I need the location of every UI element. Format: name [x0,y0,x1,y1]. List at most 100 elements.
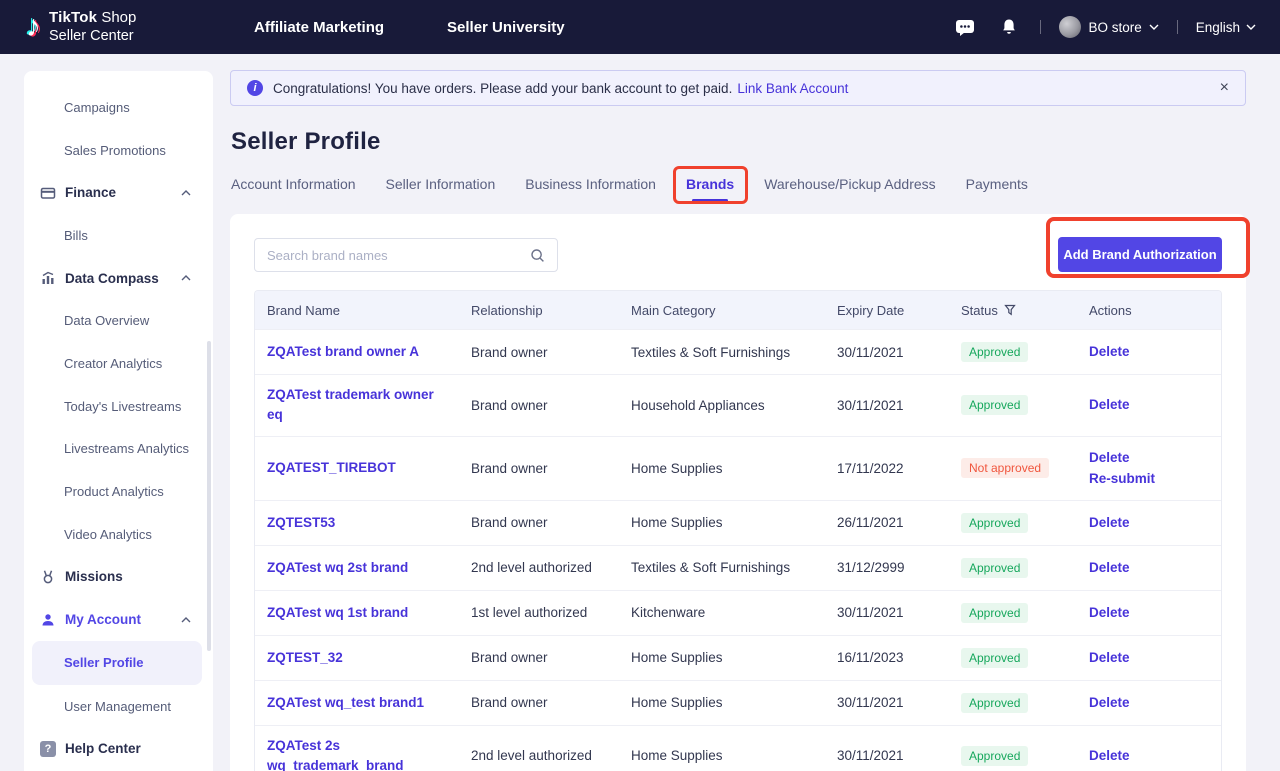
tiktok-note-icon: ♪ [26,12,41,42]
tab-label: Brands [686,176,734,192]
sidebar-item-label: Missions [65,569,123,584]
tab-account-information[interactable]: Account Information [231,176,356,204]
sidebar-item-label: Livestreams Analytics [64,441,189,456]
chevron-up-icon [181,275,191,281]
expiry-cell: 16/11/2023 [825,640,949,675]
search-icon[interactable] [530,248,545,263]
brand-link[interactable]: ZQATest brand owner A [267,342,419,362]
sidebar-item-label: Sales Promotions [64,143,166,158]
delete-link[interactable]: Delete [1089,394,1130,416]
sidebar-item-product-analytics[interactable]: Product Analytics [24,470,213,513]
expiry-cell: 30/11/2021 [825,388,949,423]
category-cell: Home Supplies [619,738,825,771]
language-selector[interactable]: English [1196,20,1256,35]
delete-link[interactable]: Delete [1089,602,1130,624]
category-cell: Home Supplies [619,685,825,720]
sidebar-item-label: My Account [65,612,141,627]
tab-brands[interactable]: Brands [686,176,734,204]
tab-business-information[interactable]: Business Information [525,176,656,204]
sidebar-item-help-center[interactable]: ? Help Center [24,728,213,771]
brands-panel: Add Brand Authorization Brand Name Relat… [230,214,1246,771]
brand-link[interactable]: ZQATest wq_test brand1 [267,693,424,713]
delete-link[interactable]: Delete [1089,512,1130,534]
sidebar-item-bills[interactable]: Bills [24,214,213,257]
sidebar-item-livestreams-analytics[interactable]: Livestreams Analytics [24,428,213,471]
tab-label: Seller Information [386,176,496,192]
seller-center-screen: ♪ TikTok Shop Seller Center Affiliate Ma… [0,0,1280,771]
relationship-cell: Brand owner [459,505,619,540]
delete-link[interactable]: Delete [1089,341,1130,363]
delete-link[interactable]: Delete [1089,692,1130,714]
tiktok-shop-logo[interactable]: ♪ TikTok Shop Seller Center [26,0,136,54]
tab-label: Payments [966,176,1028,192]
sidebar-item-user-management[interactable]: User Management [24,685,213,728]
relationship-cell: Brand owner [459,335,619,370]
sidebar-item-campaigns[interactable]: Campaigns [24,86,213,129]
column-relationship: Relationship [459,303,619,318]
delete-link[interactable]: Delete [1089,557,1130,579]
link-bank-account-link[interactable]: Link Bank Account [737,81,848,96]
store-selector[interactable]: BO store [1059,16,1158,38]
header-divider [1177,20,1178,34]
tab-label: Account Information [231,176,356,192]
category-cell: Household Appliances [619,388,825,423]
brand-link[interactable]: ZQATEST_TIREBOT [267,458,396,478]
credit-card-icon [40,185,56,201]
sidebar-item-label: Data Overview [64,313,149,328]
sidebar-item-seller-profile[interactable]: Seller Profile [32,641,202,685]
close-icon[interactable]: × [1220,80,1229,96]
category-cell: Home Supplies [619,505,825,540]
category-cell: Textiles & Soft Furnishings [619,550,825,585]
column-expiry-date: Expiry Date [825,303,949,318]
bar-chart-icon [40,270,56,286]
sidebar-item-label: Campaigns [64,100,130,115]
search-input[interactable] [267,248,530,263]
resubmit-link[interactable]: Re-submit [1089,468,1155,490]
status-badge: Approved [961,342,1028,362]
sidebar-item-video-analytics[interactable]: Video Analytics [24,513,213,556]
add-brand-authorization-wrap: Add Brand Authorization [1058,237,1222,272]
sidebar-item-my-account[interactable]: My Account [24,598,213,641]
table-row: ZQTEST53 Brand owner Home Supplies 26/11… [255,500,1221,545]
sidebar-item-data-compass[interactable]: Data Compass [24,257,213,300]
brand-link[interactable]: ZQTEST_32 [267,648,343,668]
messages-icon[interactable] [952,14,978,40]
info-icon: i [247,80,263,96]
chevron-down-icon [1246,24,1256,30]
sidebar-item-label: Finance [65,185,116,200]
orders-notification-banner: i Congratulations! You have orders. Plea… [230,70,1246,106]
help-icon: ? [40,741,56,757]
tab-warehouse-pickup-address[interactable]: Warehouse/Pickup Address [764,176,935,204]
brand-link[interactable]: ZQATest wq 1st brand [267,603,408,623]
nav-seller-university[interactable]: Seller University [447,19,565,36]
relationship-cell: 1st level authorized [459,595,619,630]
tab-label: Warehouse/Pickup Address [764,176,935,192]
brand-link[interactable]: ZQATest 2s wq_trademark_brand [267,736,451,771]
table-row: ZQATest brand owner A Brand owner Textil… [255,329,1221,374]
delete-link[interactable]: Delete [1089,447,1130,469]
sidebar-item-todays-livestreams[interactable]: Today's Livestreams [24,385,213,428]
sidebar-item-finance[interactable]: Finance [24,171,213,214]
column-actions: Actions [1077,303,1221,318]
brand-link[interactable]: ZQATest trademark owner eq [267,385,451,426]
expiry-cell: 26/11/2021 [825,505,949,540]
column-status: Status [949,303,1077,318]
tab-label: Business Information [525,176,656,192]
sidebar-item-label: Data Compass [65,271,159,286]
brand-link[interactable]: ZQATest wq 2st brand [267,558,408,578]
brand-link[interactable]: ZQTEST53 [267,513,335,533]
delete-link[interactable]: Delete [1089,745,1130,767]
notifications-bell-icon[interactable] [996,14,1022,40]
sidebar-item-sales-promotions[interactable]: Sales Promotions [24,129,213,172]
sidebar-scrollbar[interactable] [207,341,211,651]
sidebar-item-data-overview[interactable]: Data Overview [24,299,213,342]
add-brand-authorization-button[interactable]: Add Brand Authorization [1058,237,1222,272]
nav-affiliate-marketing[interactable]: Affiliate Marketing [254,19,384,36]
sidebar-item-missions[interactable]: Missions [24,556,213,599]
tab-payments[interactable]: Payments [966,176,1028,204]
sidebar-item-creator-analytics[interactable]: Creator Analytics [24,342,213,385]
sidebar-item-label: Video Analytics [64,527,152,542]
filter-funnel-icon[interactable] [1004,304,1016,316]
tab-seller-information[interactable]: Seller Information [386,176,496,204]
delete-link[interactable]: Delete [1089,647,1130,669]
